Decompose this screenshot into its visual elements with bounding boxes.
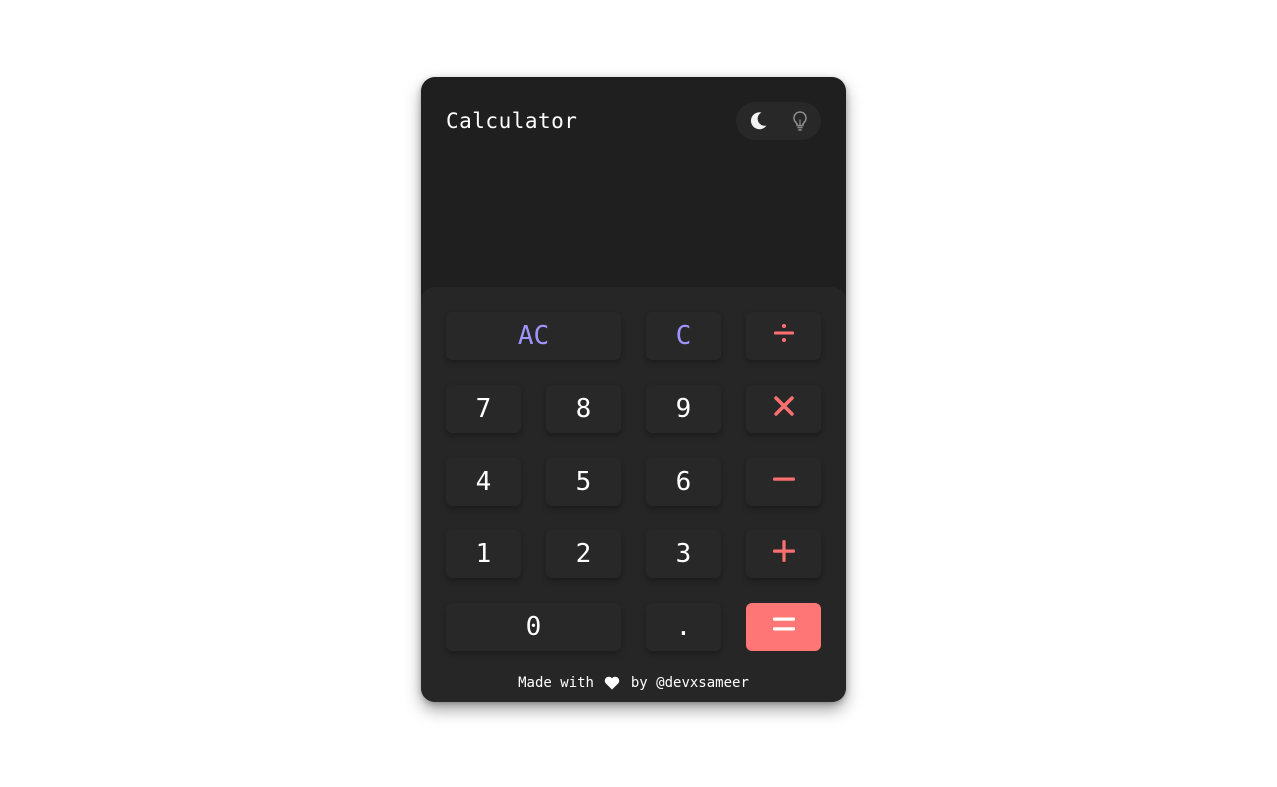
digit-2-button[interactable]: 2 bbox=[546, 530, 621, 578]
digit-6-button[interactable]: 6 bbox=[646, 458, 721, 506]
subtract-button[interactable] bbox=[746, 458, 821, 506]
all-clear-button[interactable]: AC bbox=[446, 312, 621, 360]
footer-suffix: by bbox=[630, 675, 648, 691]
add-button[interactable] bbox=[746, 530, 821, 578]
digit-0-button[interactable]: 0 bbox=[446, 603, 621, 651]
heart-icon bbox=[604, 676, 620, 690]
multiply-button[interactable] bbox=[746, 385, 821, 433]
digit-5-button[interactable]: 5 bbox=[546, 458, 621, 506]
clear-button[interactable]: C bbox=[646, 312, 721, 360]
digit-8-button[interactable]: 8 bbox=[546, 385, 621, 433]
divide-button[interactable] bbox=[746, 312, 821, 360]
display bbox=[446, 157, 821, 277]
digit-7-button[interactable]: 7 bbox=[446, 385, 521, 433]
digit-1-button[interactable]: 1 bbox=[446, 530, 521, 578]
multiply-icon bbox=[772, 394, 796, 425]
plus-icon bbox=[771, 538, 797, 571]
calculator-window: Calculator AC C 7 8 9 4 5 6 1 2 3 0 . Ma… bbox=[421, 77, 846, 702]
author-link[interactable]: @devxsameer bbox=[656, 675, 749, 691]
equals-icon bbox=[771, 611, 797, 644]
digit-3-button[interactable]: 3 bbox=[646, 530, 721, 578]
digit-9-button[interactable]: 9 bbox=[646, 385, 721, 433]
footer-prefix: Made with bbox=[518, 675, 594, 691]
footer-credit: Made with by @devxsameer bbox=[421, 675, 846, 691]
divide-icon bbox=[771, 320, 797, 353]
digit-4-button[interactable]: 4 bbox=[446, 458, 521, 506]
equals-button[interactable] bbox=[746, 603, 821, 651]
moon-icon[interactable] bbox=[746, 109, 770, 133]
minus-icon bbox=[771, 466, 797, 499]
lightbulb-icon[interactable] bbox=[788, 109, 812, 133]
keypad: AC C 7 8 9 4 5 6 1 2 3 0 . Made with by … bbox=[421, 287, 846, 702]
app-title: Calculator bbox=[446, 109, 578, 133]
theme-toggle bbox=[736, 102, 821, 140]
decimal-button[interactable]: . bbox=[646, 603, 721, 651]
